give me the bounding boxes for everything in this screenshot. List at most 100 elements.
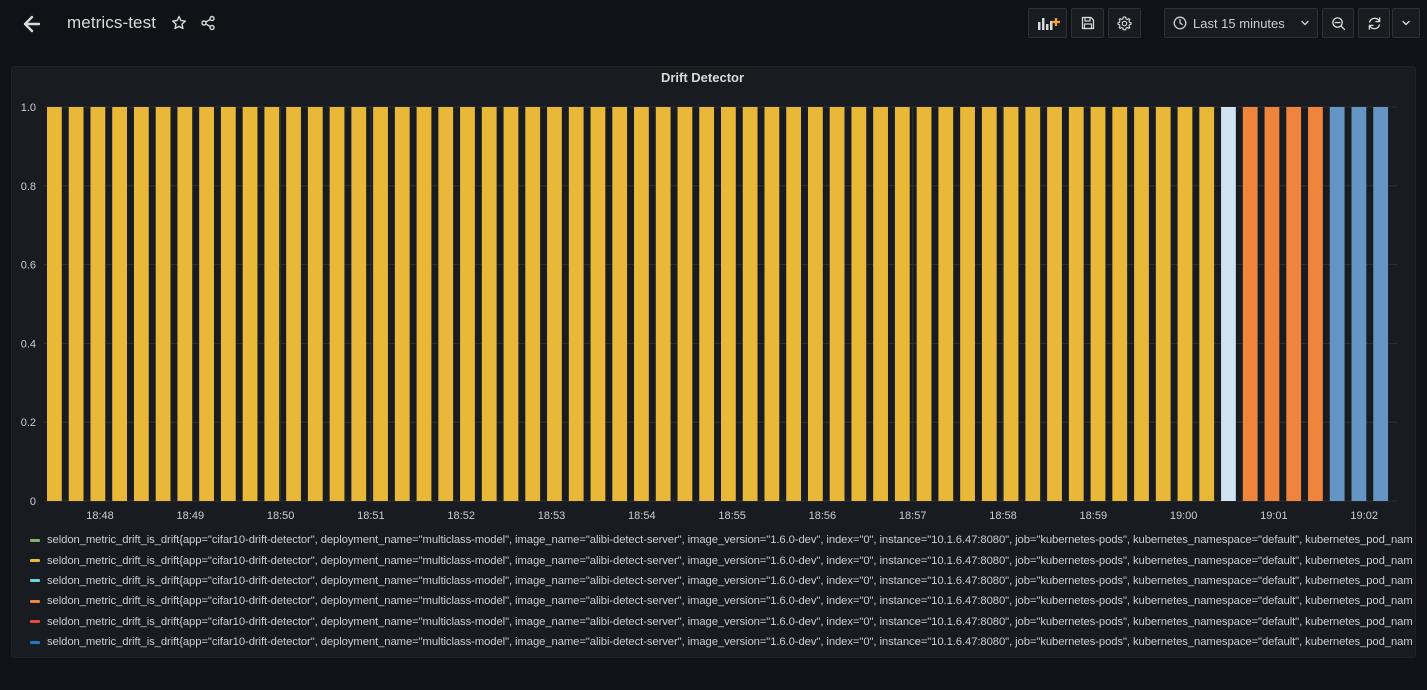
y-tick-label: 1.0 — [21, 102, 36, 114]
chart-bar[interactable] — [677, 107, 693, 501]
chart-bar[interactable] — [68, 107, 84, 501]
chart-bar[interactable] — [220, 107, 236, 501]
chart-bar[interactable] — [721, 107, 736, 501]
chart-bar[interactable] — [373, 107, 388, 501]
chart-bar[interactable] — [1308, 107, 1323, 501]
legend-label: seldon_metric_drift_is_drift{app="cifar1… — [47, 615, 1412, 628]
chart-bar[interactable] — [199, 107, 214, 501]
x-tick-label: 19:00 — [1170, 510, 1198, 522]
legend-label: seldon_metric_drift_is_drift{app="cifar1… — [47, 574, 1412, 587]
chart-bar[interactable] — [155, 107, 171, 501]
chart-bar[interactable] — [938, 107, 954, 501]
x-tick-label: 18:52 — [447, 510, 475, 522]
chart-bar[interactable] — [1286, 107, 1302, 501]
chart-bar[interactable] — [1090, 107, 1106, 501]
legend-item[interactable]: seldon_metric_drift_is_drift{app="cifar1… — [30, 632, 1412, 652]
x-tick-label: 18:49 — [177, 510, 205, 522]
chart-bar[interactable] — [112, 107, 128, 501]
legend-swatch — [30, 538, 40, 542]
legend-item[interactable]: seldon_metric_drift_is_drift{app="cifar1… — [30, 550, 1412, 570]
y-tick-label: 0 — [30, 496, 36, 508]
chart-bar[interactable] — [351, 107, 367, 501]
chart-bar[interactable] — [394, 107, 410, 501]
chart-bar[interactable] — [547, 107, 562, 501]
legend-item[interactable]: seldon_metric_drift_is_drift{app="cifar1… — [30, 591, 1412, 611]
chart-bar[interactable] — [1134, 107, 1149, 501]
chart-bar[interactable] — [1068, 107, 1084, 501]
chart-bar[interactable] — [133, 107, 149, 501]
y-tick-label: 0.2 — [21, 417, 36, 429]
chart-bar[interactable] — [1351, 107, 1367, 501]
chart-bar[interactable] — [1264, 107, 1280, 501]
x-tick-label: 18:59 — [1080, 510, 1108, 522]
chart-bar[interactable] — [177, 107, 193, 501]
legend-swatch — [30, 620, 40, 624]
x-tick-label: 19:02 — [1350, 510, 1378, 522]
legend-swatch — [30, 579, 40, 583]
chart-bar[interactable] — [460, 107, 475, 501]
x-tick-label: 18:48 — [86, 510, 114, 522]
x-tick-label: 18:55 — [718, 510, 746, 522]
legend-label: seldon_metric_drift_is_drift{app="cifar1… — [47, 554, 1412, 567]
chart-bar[interactable] — [1199, 107, 1215, 501]
chart-bar[interactable] — [1003, 107, 1019, 501]
chart-bar[interactable] — [916, 107, 932, 501]
legend-item[interactable]: seldon_metric_drift_is_drift{app="cifar1… — [30, 530, 1412, 550]
chart-bar[interactable] — [786, 107, 802, 501]
legend-swatch — [30, 559, 40, 563]
chart-bar[interactable] — [416, 107, 432, 501]
chart-bar[interactable] — [568, 107, 584, 501]
chart-bar[interactable] — [1155, 107, 1171, 501]
chart-bars — [47, 107, 1389, 501]
x-tick-label: 18:58 — [989, 510, 1017, 522]
x-tick-label: 18:56 — [809, 510, 837, 522]
chart-bar[interactable] — [1329, 107, 1345, 501]
chart-bar[interactable] — [829, 107, 845, 501]
x-tick-label: 18:57 — [899, 510, 927, 522]
chart-bar[interactable] — [525, 107, 541, 501]
chart-legend: seldon_metric_drift_is_drift{app="cifar1… — [30, 530, 1412, 652]
x-tick-label: 18:50 — [267, 510, 295, 522]
chart-bar[interactable] — [242, 107, 258, 501]
chart-bar[interactable] — [981, 107, 997, 501]
legend-label: seldon_metric_drift_is_drift{app="cifar1… — [47, 595, 1412, 608]
chart-bar[interactable] — [264, 107, 280, 501]
chart-bar[interactable] — [590, 107, 606, 501]
chart-bar[interactable] — [438, 107, 454, 501]
y-tick-label: 0.6 — [21, 260, 36, 272]
chart-bar[interactable] — [1221, 107, 1236, 501]
chart-bar[interactable] — [1177, 107, 1193, 501]
chart-bar[interactable] — [90, 107, 106, 501]
chart-bar[interactable] — [286, 107, 301, 501]
chart-bar[interactable] — [960, 107, 975, 501]
chart-bar[interactable] — [807, 107, 823, 501]
chart-bar[interactable] — [612, 107, 628, 501]
chart-bar[interactable] — [655, 107, 671, 501]
chart-bar[interactable] — [503, 107, 519, 501]
chart-bar[interactable] — [1112, 107, 1128, 501]
chart-bar[interactable] — [1373, 107, 1389, 501]
y-tick-label: 0.4 — [21, 338, 36, 350]
chart-bar[interactable] — [1242, 107, 1258, 501]
legend-swatch — [30, 599, 40, 603]
x-tick-label: 19:01 — [1260, 510, 1288, 522]
chart-bar[interactable] — [47, 107, 62, 501]
chart-bar[interactable] — [764, 107, 780, 501]
legend-item[interactable]: seldon_metric_drift_is_drift{app="cifar1… — [30, 612, 1412, 632]
chart-bar[interactable] — [481, 107, 497, 501]
x-tick-label: 18:54 — [628, 510, 656, 522]
chart-bar[interactable] — [873, 107, 888, 501]
chart-bar[interactable] — [307, 107, 323, 501]
chart-bar[interactable] — [699, 107, 715, 501]
chart-bar[interactable] — [894, 107, 910, 501]
chart-bar[interactable] — [329, 107, 345, 501]
chart-bar[interactable] — [634, 107, 649, 501]
x-tick-label: 18:51 — [357, 510, 385, 522]
chart-bar[interactable] — [851, 107, 867, 501]
chart-bar[interactable] — [1025, 107, 1041, 501]
legend-label: seldon_metric_drift_is_drift{app="cifar1… — [47, 636, 1412, 649]
drift-detector-chart[interactable]: 1.00.80.60.40.20 18:48 18:49 18:50 18:51 18:… — [0, 0, 1427, 530]
chart-bar[interactable] — [742, 107, 758, 501]
chart-bar[interactable] — [1047, 107, 1062, 501]
legend-item[interactable]: seldon_metric_drift_is_drift{app="cifar1… — [30, 571, 1412, 591]
